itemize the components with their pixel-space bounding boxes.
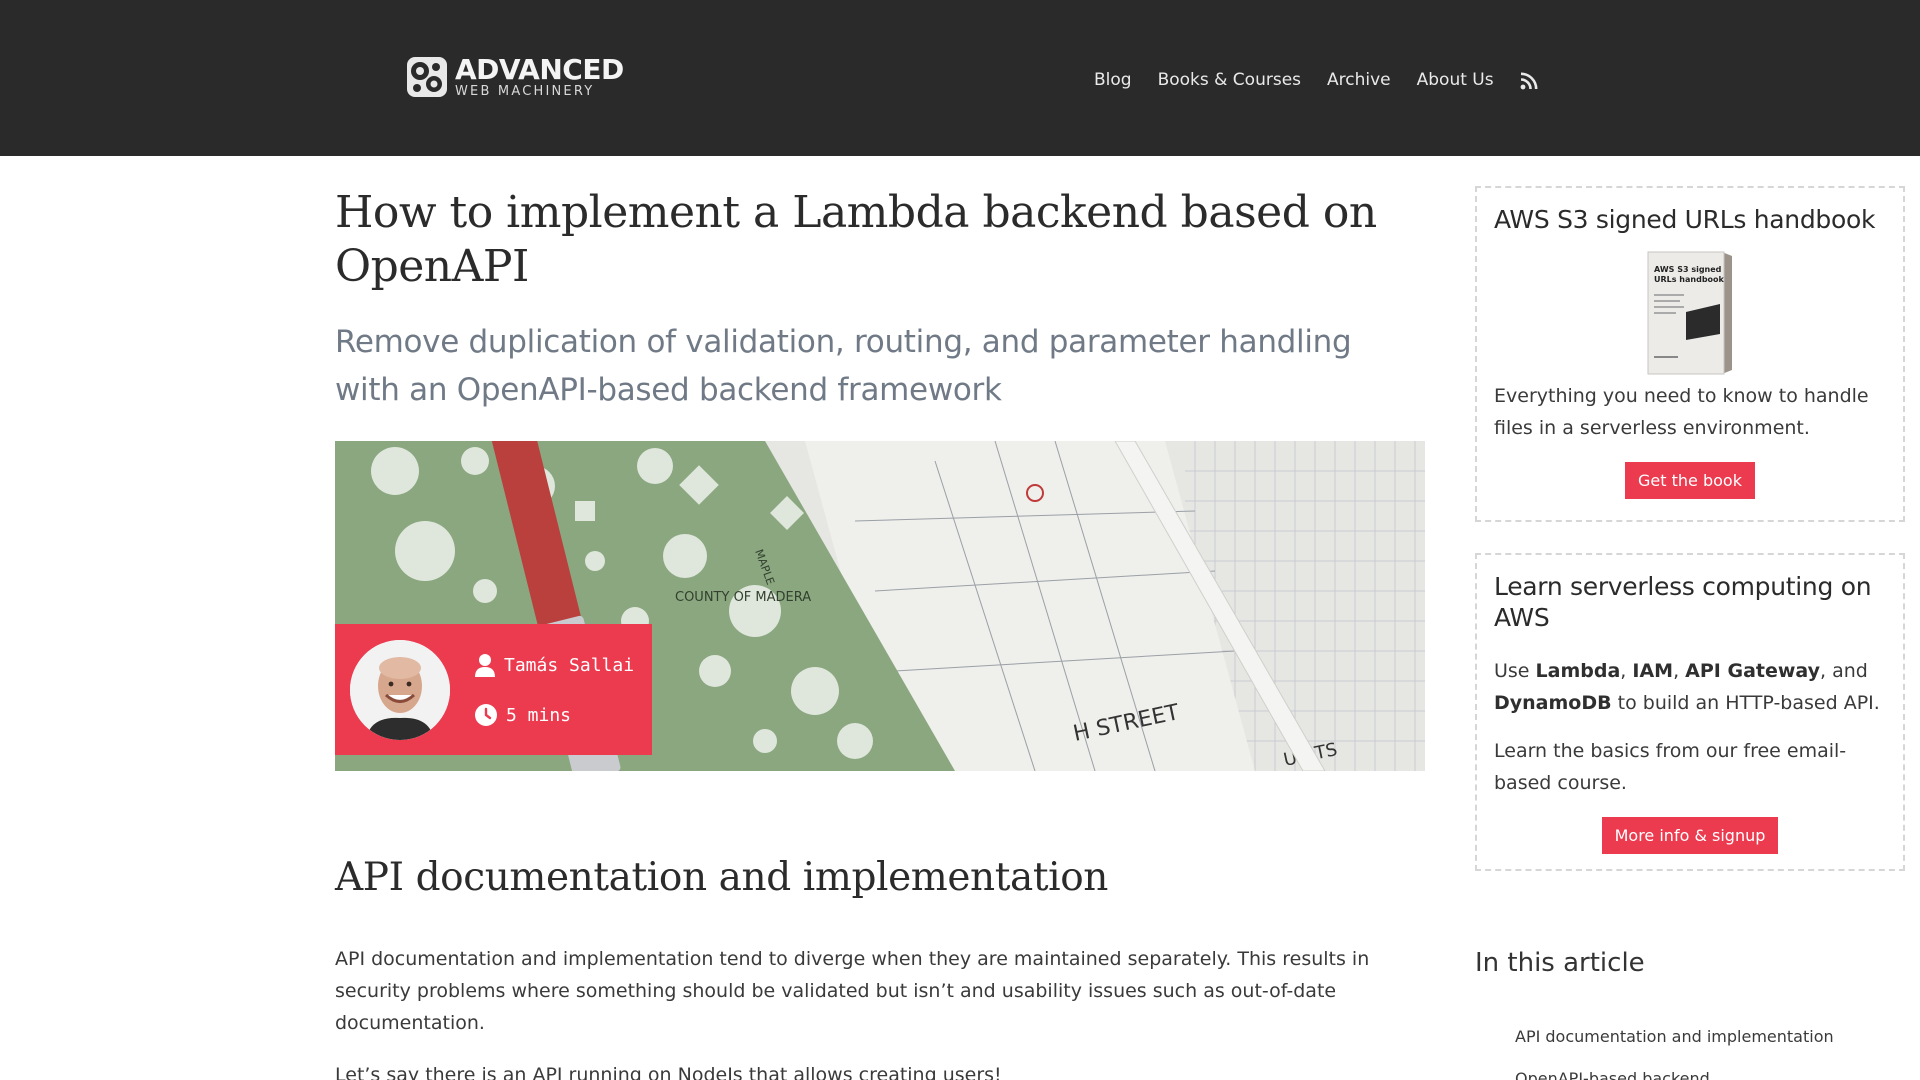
section-heading: API documentation and implementation [335, 855, 1109, 900]
nav-books-courses[interactable]: Books & Courses [1158, 70, 1301, 90]
toc-link-api-documentation[interactable]: API documentation and implementation [1515, 1027, 1834, 1046]
book-cover-title: AWS S3 signed [1654, 265, 1722, 274]
nav-about-us[interactable]: About Us [1417, 70, 1494, 90]
post-title: How to implement a Lambda backend based … [335, 187, 1377, 292]
keyword-lambda: Lambda [1535, 660, 1621, 682]
keyword-api-gateway: API Gateway [1685, 660, 1821, 682]
course-widget-text-2: Learn the basics from our free email-bas… [1494, 740, 1847, 794]
nav-archive[interactable]: Archive [1327, 70, 1391, 90]
keyword-iam: IAM [1632, 660, 1674, 682]
more-info-signup-button[interactable]: More info & signup [1601, 817, 1779, 854]
paragraph: Let’s say there is an API running on Nod… [335, 1064, 1002, 1080]
course-widget-title: Learn serverless computing on AWS [1494, 572, 1872, 632]
site-header: ADVANCED WEB MACHINERY Blog Books & Cour… [0, 0, 1920, 156]
toc-link-openapi-backend[interactable]: OpenAPI-based backend [1515, 1069, 1710, 1080]
paragraph: API documentation and implementation ten… [335, 948, 1370, 1034]
post-subtitle: Remove duplication of validation, routin… [335, 324, 1352, 408]
toc-title: In this article [1475, 948, 1645, 978]
toc-item: OpenAPI-based backend [1515, 1069, 1834, 1080]
course-widget: Learn serverless computing on AWS Use La… [1475, 553, 1905, 871]
hero-image: H STREET UNITS COUNTY OF MADERA MAPLE [335, 441, 1425, 771]
user-icon [475, 654, 495, 677]
nav-blog[interactable]: Blog [1094, 70, 1132, 90]
logo-line-2: WEB MACHINERY [455, 84, 595, 99]
read-time: 5 mins [506, 704, 572, 726]
article: How to implement a Lambda backend based … [335, 186, 1425, 1080]
book-cover-image[interactable]: AWS S3 signed URLs handbook [1640, 248, 1740, 376]
keyword-dynamodb: DynamoDB [1494, 692, 1612, 714]
main-nav: Blog Books & Courses Archive About Us [1094, 70, 1538, 90]
book-widget: AWS S3 signed URLs handbook AWS S3 signe… [1475, 186, 1905, 522]
table-of-contents: API documentation and implementation Ope… [1515, 1027, 1834, 1080]
toc-item: API documentation and implementation [1515, 1027, 1834, 1047]
logo-line-1: ADVANCED [455, 53, 624, 86]
gear-logo-icon [407, 57, 447, 97]
svg-text:URLs handbook: URLs handbook [1654, 275, 1725, 284]
hero-text-county: COUNTY OF MADERA [675, 590, 811, 605]
author-meta: Tamás Sallai [474, 653, 634, 677]
get-the-book-button[interactable]: Get the book [1625, 462, 1755, 499]
site-logo[interactable]: ADVANCED WEB MACHINERY [405, 54, 624, 100]
author-photo [350, 640, 450, 740]
book-widget-title: AWS S3 signed URLs handbook [1494, 205, 1876, 234]
course-widget-text: Use Lambda, IAM, API Gateway, and Dynamo… [1494, 660, 1880, 714]
rss-icon[interactable] [1520, 72, 1538, 90]
author-box: Tamás Sallai 5 mins [335, 624, 652, 755]
book-widget-text: Everything you need to know to handle fi… [1494, 385, 1869, 439]
author-name[interactable]: Tamás Sallai [504, 655, 634, 676]
read-time-meta: 5 mins [474, 703, 571, 727]
clock-icon [475, 704, 497, 726]
author-avatar[interactable] [350, 640, 450, 740]
